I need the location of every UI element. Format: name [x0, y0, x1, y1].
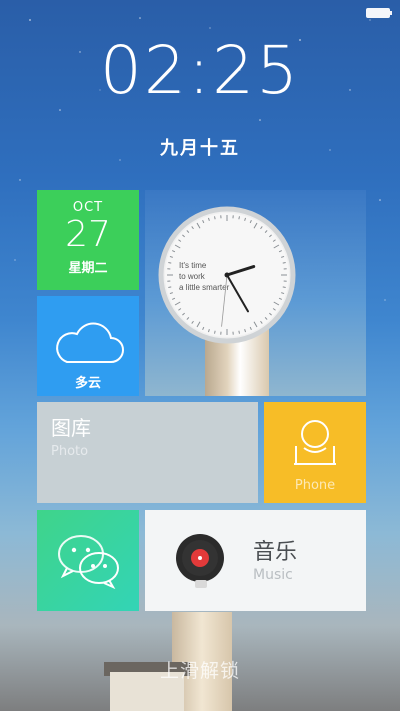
clock-tick — [238, 330, 240, 334]
wechat-tile[interactable] — [37, 510, 139, 611]
clock-tick — [214, 330, 216, 334]
gallery-tile[interactable]: 图库 Photo — [37, 402, 258, 503]
battery-icon — [366, 8, 392, 18]
date-weekday: 星期二 — [68, 261, 108, 276]
phone-label: Phone — [294, 478, 336, 493]
analog-clock: It's time to work a little smarter — [158, 206, 296, 344]
music-title: 音乐 — [253, 540, 298, 565]
music-subtitle: Music — [253, 567, 293, 583]
date-day: 27 — [65, 214, 111, 255]
phone-tile[interactable]: Phone — [264, 402, 366, 503]
gallery-title: 图库 — [51, 416, 91, 440]
date-tile[interactable]: OCT 27 星期二 — [37, 190, 139, 290]
clock-text-1: It's time — [179, 261, 207, 270]
clock-tick — [214, 216, 216, 220]
clock-text-3: a little smarter — [179, 283, 230, 292]
clock-tick — [168, 262, 172, 264]
cloud-icon — [56, 322, 124, 363]
wechat-icon — [58, 535, 119, 590]
clock-tick — [238, 216, 240, 220]
lock-time: 02:25 — [99, 32, 301, 109]
lunar-date: 九月十五 — [160, 138, 240, 159]
clock-tick — [168, 286, 172, 288]
clock-tick — [282, 286, 286, 288]
phone-icon — [294, 420, 336, 465]
clock-text-2: to work — [179, 272, 206, 281]
clock-tick — [282, 262, 286, 264]
music-tile[interactable]: 音乐 Music — [145, 510, 366, 611]
gallery-subtitle: Photo — [51, 444, 89, 459]
swipe-to-unlock-hint[interactable]: 上滑解锁 — [0, 656, 400, 683]
date-month: OCT — [72, 200, 104, 215]
weather-label: 多云 — [74, 376, 101, 391]
vinyl-record-icon — [176, 534, 224, 588]
weather-tile[interactable]: 多云 — [37, 296, 139, 396]
clock-widget-tile[interactable]: It's time to work a little smarter — [145, 190, 366, 396]
